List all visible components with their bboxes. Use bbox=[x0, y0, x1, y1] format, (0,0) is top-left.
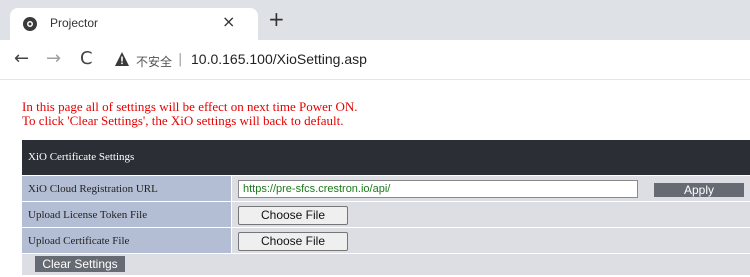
address-bar-url[interactable]: 10.0.165.100/XioSetting.asp bbox=[191, 51, 367, 67]
close-tab-icon[interactable]: × bbox=[222, 12, 235, 31]
insecure-label[interactable]: 不安全 bbox=[136, 53, 172, 70]
browser-tab-strip: Projector × + bbox=[0, 0, 750, 40]
browser-tab[interactable]: Projector × bbox=[10, 8, 258, 40]
registration-url-label: XiO Cloud Registration URL bbox=[22, 176, 232, 202]
clear-settings-button[interactable]: Clear Settings bbox=[35, 256, 125, 272]
address-separator: | bbox=[178, 52, 183, 67]
panel-footer: Clear Settings bbox=[22, 253, 750, 275]
back-arrow-icon[interactable]: ← bbox=[14, 49, 29, 69]
certificate-file-row: Upload Certificate File Choose File bbox=[22, 227, 750, 254]
forward-arrow-icon[interactable]: → bbox=[46, 49, 61, 69]
license-token-label: Upload License Token File bbox=[22, 202, 232, 228]
settings-gear-icon bbox=[23, 17, 37, 31]
power-on-notice: In this page all of settings will be eff… bbox=[22, 100, 358, 128]
warning-triangle-icon[interactable] bbox=[114, 51, 130, 67]
notice-line-1: In this page all of settings will be eff… bbox=[22, 99, 358, 114]
panel-title: XiO Certificate Settings bbox=[22, 140, 750, 175]
apply-button[interactable]: Apply bbox=[654, 183, 744, 197]
reload-icon[interactable]: C bbox=[80, 49, 93, 69]
registration-url-row: XiO Cloud Registration URL https://pre-s… bbox=[22, 175, 750, 202]
tab-title: Projector bbox=[50, 16, 99, 30]
license-token-row: Upload License Token File Choose File bbox=[22, 201, 750, 228]
new-tab-icon[interactable]: + bbox=[268, 9, 285, 29]
browser-toolbar: ← → C 不安全 | 10.0.165.100/XioSetting.asp bbox=[0, 40, 750, 80]
notice-line-2: To click 'Clear Settings', the XiO setti… bbox=[22, 113, 344, 128]
registration-url-input[interactable]: https://pre-sfcs.crestron.io/api/ bbox=[238, 180, 638, 198]
xio-settings-panel: XiO Certificate Settings XiO Cloud Regis… bbox=[22, 140, 750, 275]
certificate-choose-file-button[interactable]: Choose File bbox=[238, 232, 348, 251]
certificate-file-label: Upload Certificate File bbox=[22, 228, 232, 254]
license-token-choose-file-button[interactable]: Choose File bbox=[238, 206, 348, 225]
